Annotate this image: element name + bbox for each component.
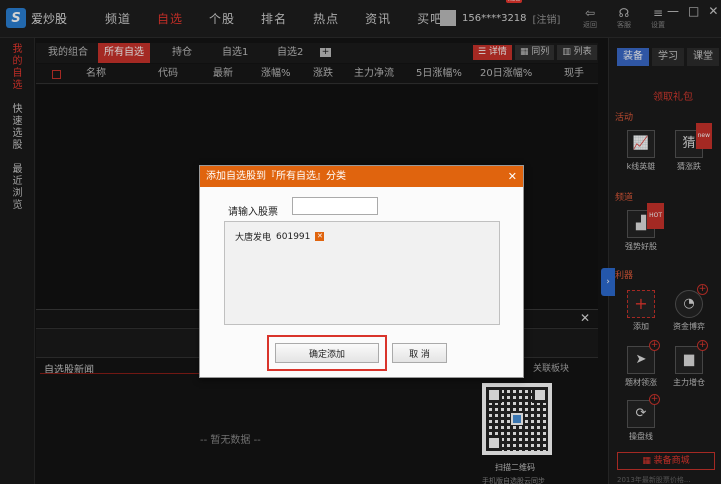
dialog-close-icon[interactable]: ✕ [508,166,517,187]
stock-search-input[interactable] [292,197,378,215]
confirm-add-button[interactable]: 确定添加 [275,343,379,363]
stock-input-label: 请输入股票 [228,207,278,218]
dialog-header: 添加自选股到『所有自选』分类 ✕ [200,166,523,187]
list-item[interactable]: 大唐发电 601991 ✕ [235,230,325,243]
add-watchlist-dialog: 添加自选股到『所有自选』分类 ✕ 请输入股票 大唐发电 601991 ✕ 确定添… [199,165,524,378]
dialog-title: 添加自选股到『所有自选』分类 [206,171,346,182]
cancel-button[interactable]: 取 消 [392,343,447,363]
selected-stocks-list: 大唐发电 601991 ✕ [224,221,500,325]
stock-code: 601991 [276,231,311,242]
remove-stock-icon[interactable]: ✕ [315,232,325,241]
stock-name: 大唐发电 [235,233,272,243]
